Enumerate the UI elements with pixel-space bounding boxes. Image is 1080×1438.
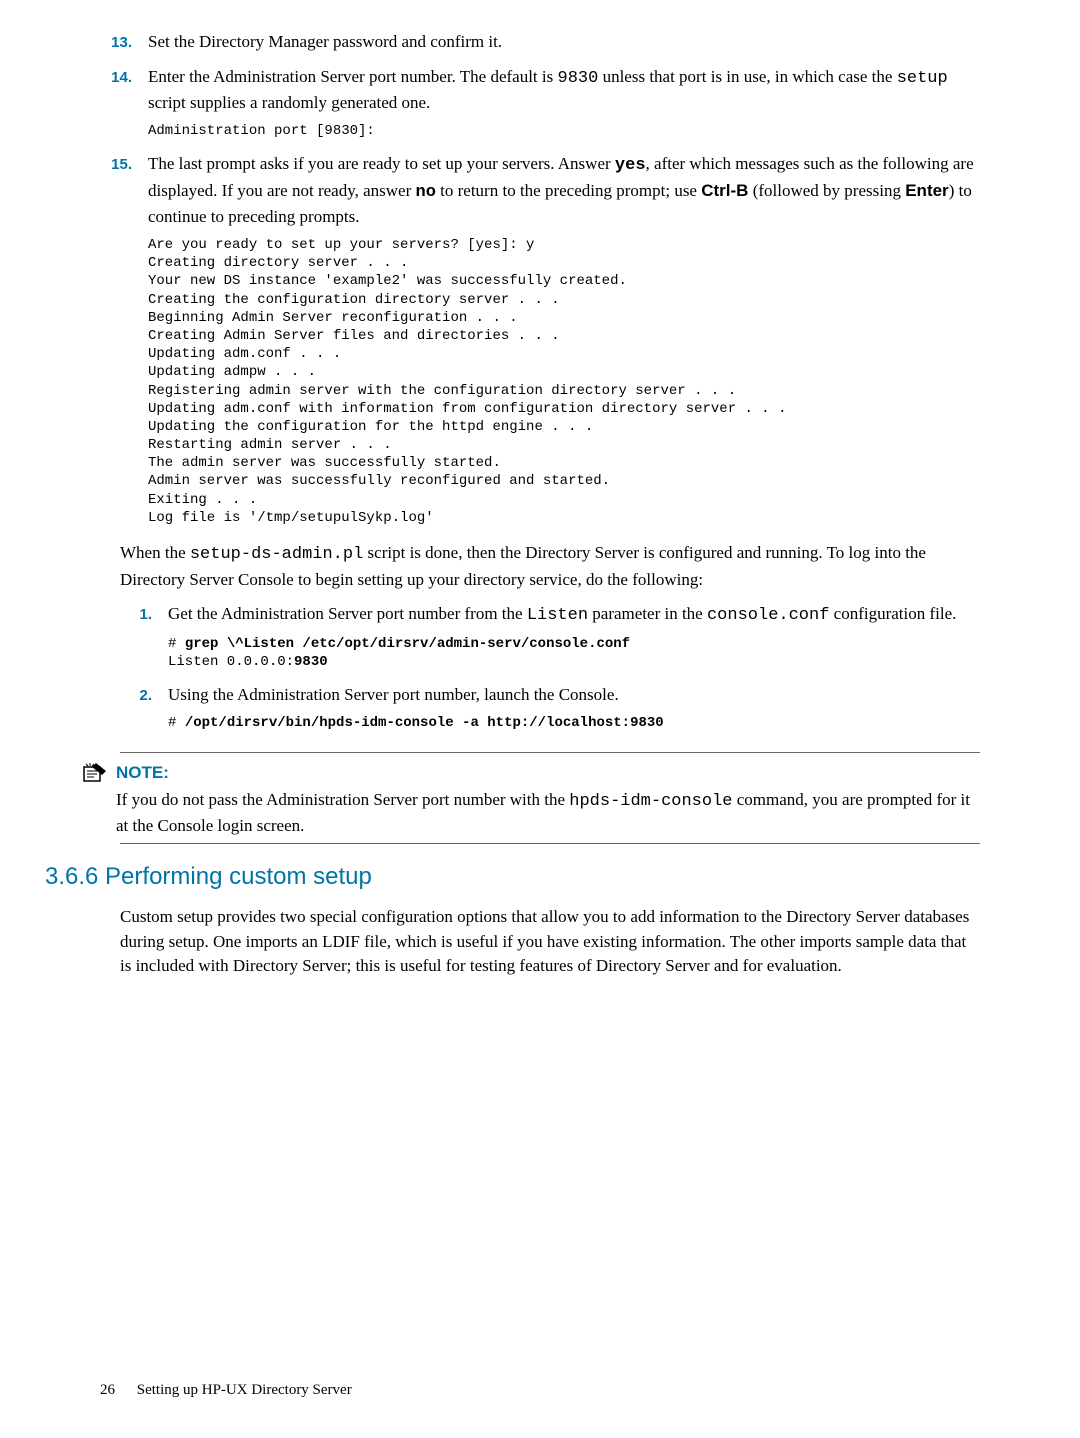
step-content: Set the Directory Manager password and c… <box>148 30 980 61</box>
post-setup-paragraph: When the setup-ds-admin.pl script is don… <box>120 541 980 592</box>
step-item: 1.Get the Administration Server port num… <box>120 602 980 679</box>
step-text: The last prompt asks if you are ready to… <box>148 152 980 230</box>
code-block: # grep \^Listen /etc/opt/dirsrv/admin-se… <box>168 635 980 671</box>
step-content: Enter the Administration Server port num… <box>148 65 980 148</box>
step-content: The last prompt asks if you are ready to… <box>148 152 980 535</box>
step-content: Get the Administration Server port numbe… <box>168 602 980 679</box>
step-text: Enter the Administration Server port num… <box>148 65 980 116</box>
step-item: 15.The last prompt asks if you are ready… <box>100 152 980 535</box>
step-number: 1. <box>120 602 168 679</box>
step-text: Using the Administration Server port num… <box>168 683 980 708</box>
note-icon <box>80 761 108 794</box>
section-heading: 3.6.6 Performing custom setup <box>45 860 980 895</box>
page-footer: 26 Setting up HP-UX Directory Server <box>100 1380 352 1402</box>
code-block: Administration port [9830]: <box>148 122 980 140</box>
step-text: Set the Directory Manager password and c… <box>148 30 980 55</box>
code-block: # /opt/dirsrv/bin/hpds-idm-console -a ht… <box>168 714 980 732</box>
step-item: 2.Using the Administration Server port n… <box>120 683 980 740</box>
note-text: If you do not pass the Administration Se… <box>116 788 980 839</box>
note-divider-top <box>120 752 980 753</box>
setup-steps-second: 1.Get the Administration Server port num… <box>120 602 980 740</box>
section-body: Custom setup provides two special config… <box>120 905 980 979</box>
page-number: 26 <box>100 1382 115 1398</box>
step-number: 13. <box>100 30 148 61</box>
note-box: NOTE: If you do not pass the Administrat… <box>120 752 980 844</box>
note-divider-bottom <box>120 843 980 844</box>
footer-title: Setting up HP-UX Directory Server <box>137 1382 352 1398</box>
step-text: Get the Administration Server port numbe… <box>168 602 980 629</box>
step-content: Using the Administration Server port num… <box>168 683 980 740</box>
step-number: 14. <box>100 65 148 148</box>
step-item: 14.Enter the Administration Server port … <box>100 65 980 148</box>
step-number: 2. <box>120 683 168 740</box>
step-number: 15. <box>100 152 148 535</box>
setup-steps-first: 13.Set the Directory Manager password an… <box>100 30 980 535</box>
note-label: NOTE: <box>116 761 980 786</box>
code-block: Are you ready to set up your servers? [y… <box>148 236 980 527</box>
step-item: 13.Set the Directory Manager password an… <box>100 30 980 61</box>
